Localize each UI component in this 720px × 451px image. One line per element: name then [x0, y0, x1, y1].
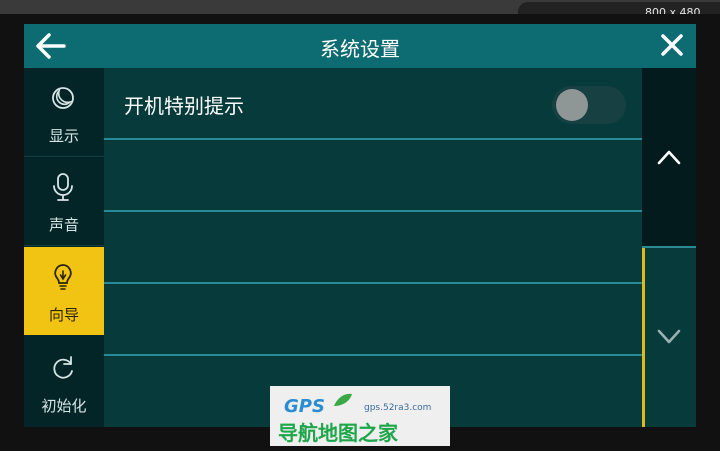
sidebar-item-sound[interactable]: 声音: [24, 157, 104, 245]
watermark-brand: GPS: [284, 396, 325, 417]
setting-label: 开机特别提示: [124, 94, 244, 118]
sidebar-item-label: 声音: [48, 216, 79, 234]
close-icon[interactable]: [660, 33, 684, 57]
sidebar-divider: [24, 245, 104, 246]
watermark-url: gps.52ra3.com: [364, 403, 432, 413]
refresh-icon: [53, 356, 73, 379]
sidebar: 显示 声音 向导 初始化: [24, 68, 104, 427]
toggle-knob: [556, 89, 588, 121]
sidebar-item-label: 显示: [48, 127, 79, 145]
startup-tip-toggle[interactable]: [552, 86, 626, 124]
sidebar-item-display[interactable]: 显示: [24, 68, 104, 156]
page-title: 系统设置: [320, 37, 400, 61]
list-item: [104, 212, 642, 282]
microphone-icon: [53, 173, 73, 201]
lightbulb-icon: [54, 264, 72, 290]
leaf-icon: [334, 393, 352, 406]
header-bar: 系统设置: [24, 24, 696, 68]
watermark-logo: GPS gps.52ra3.com 导航地图之家: [270, 386, 450, 446]
scroll-indicator[interactable]: [642, 248, 645, 427]
list-item: [104, 284, 642, 354]
sidebar-item-guide[interactable]: 向导: [24, 247, 104, 335]
chevron-down-icon: [657, 329, 681, 344]
scroll-controls: [642, 68, 696, 427]
chevron-up-icon: [657, 150, 681, 165]
scroll-down-button[interactable]: [642, 248, 696, 427]
scroll-up-button[interactable]: [642, 68, 696, 246]
moon-icon: [52, 87, 74, 109]
sidebar-item-label: 初始化: [41, 397, 87, 415]
settings-list: 开机特别提示: [104, 68, 642, 427]
sidebar-item-reset[interactable]: 初始化: [24, 338, 104, 426]
sidebar-item-label: 向导: [48, 306, 79, 324]
screen: 系统设置 显示 声音 向导 初始化 开机特别提示: [24, 24, 696, 427]
watermark-name: 导航地图之家: [278, 421, 398, 445]
list-item: [104, 140, 642, 210]
list-item: 开机特别提示: [104, 68, 642, 138]
